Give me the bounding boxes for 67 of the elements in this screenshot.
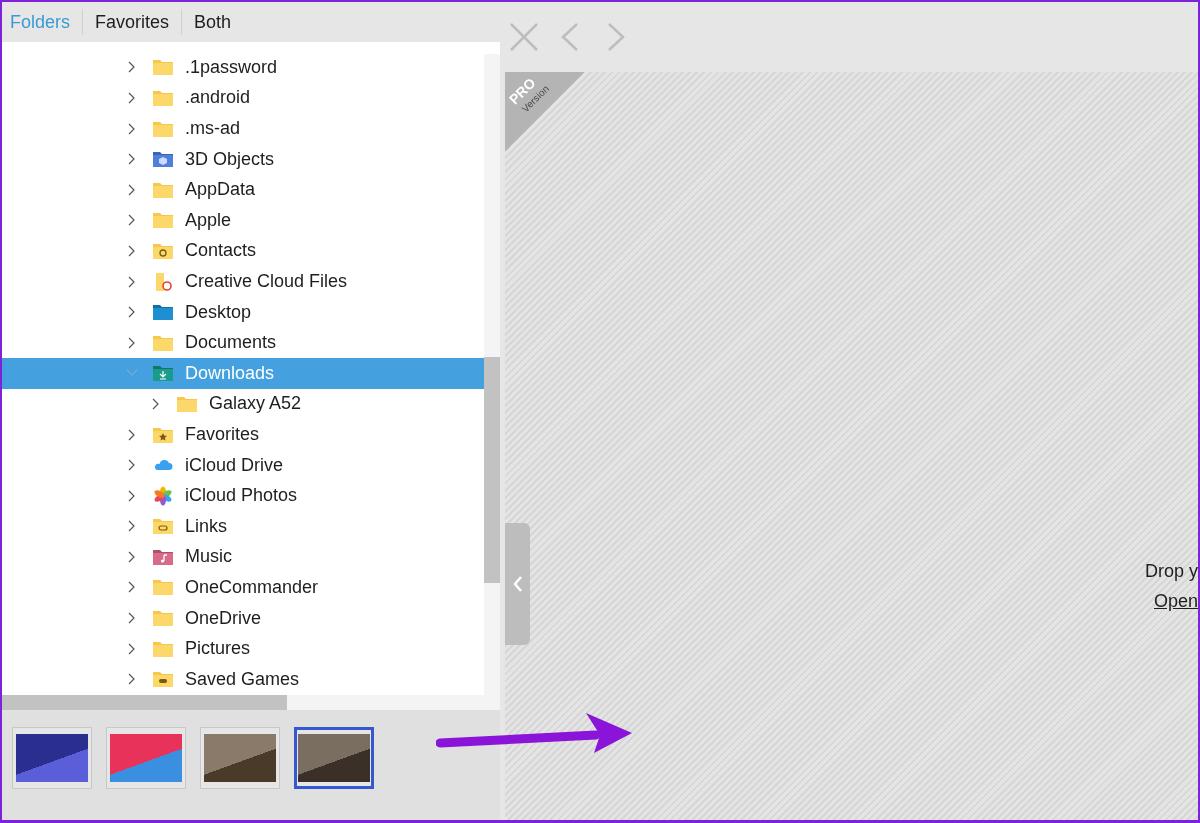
tree-item[interactable]: Creative Cloud Files xyxy=(2,266,484,297)
tree-item[interactable]: 3D Objects xyxy=(2,143,484,175)
thumbnail[interactable] xyxy=(294,726,374,789)
open-link[interactable]: Open xyxy=(1153,591,1198,611)
item-label: .ms-ad xyxy=(185,117,240,141)
item-label: Desktop xyxy=(185,300,252,324)
item-label: iCloud Photos xyxy=(185,484,298,508)
item-label: Creative Cloud Files xyxy=(185,270,348,294)
folder-icon xyxy=(152,88,174,108)
item-label: Documents xyxy=(185,331,277,355)
item-label: OneCommander xyxy=(185,576,319,599)
horizontal-scrollbar[interactable] xyxy=(2,694,500,710)
item-label: AppData xyxy=(185,178,256,202)
tree-item[interactable]: iCloud Photos xyxy=(2,480,484,511)
item-label: .1password xyxy=(185,55,278,79)
tree-item[interactable]: .1password xyxy=(2,52,484,83)
item-label: 3D Objects xyxy=(185,147,275,171)
drop-hint: Drop y xyxy=(1145,560,1198,583)
tab[interactable]: Favorites xyxy=(95,9,183,36)
tree-item[interactable]: Apple xyxy=(2,205,484,236)
tree-item[interactable]: Links xyxy=(2,511,484,542)
tree-item[interactable]: OneCommander xyxy=(2,572,484,603)
item-label: Apple xyxy=(185,208,232,232)
desktop-folder-icon xyxy=(152,302,174,323)
item-label: iCloud Drive xyxy=(185,453,284,477)
item-label: Music xyxy=(185,545,232,569)
collapse-handle[interactable] xyxy=(505,523,530,645)
tree-item[interactable]: iCloud Drive xyxy=(2,449,484,481)
link-folder-icon xyxy=(152,516,174,537)
photo-placeholder xyxy=(204,733,276,782)
scrollbar-thumb[interactable] xyxy=(2,694,287,710)
tree-item[interactable]: .android xyxy=(2,82,484,114)
scrollbar-thumb[interactable] xyxy=(484,357,500,584)
tab[interactable]: Both xyxy=(194,9,244,36)
tree-item[interactable]: Galaxy A52 xyxy=(2,388,484,420)
tree-item[interactable]: Desktop xyxy=(2,296,484,328)
item-label: Favorites xyxy=(185,423,260,446)
item-label: Downloads xyxy=(185,361,275,385)
folder-icon xyxy=(152,210,174,231)
download-folder-icon xyxy=(152,363,174,384)
folder-icon xyxy=(152,577,174,598)
tree-item[interactable]: Documents xyxy=(2,327,484,359)
photo-placeholder xyxy=(110,733,182,782)
chevron-left-icon xyxy=(512,576,523,592)
photo-placeholder xyxy=(16,733,88,782)
flower-icon xyxy=(152,485,174,506)
item-label: Contacts xyxy=(185,239,257,263)
item-label: Pictures xyxy=(185,637,251,661)
vertical-scrollbar[interactable] xyxy=(484,54,500,695)
tree-item[interactable]: Contacts xyxy=(2,235,484,267)
gamepad-folder-icon xyxy=(152,669,174,690)
tree-item[interactable]: AppData xyxy=(2,174,484,206)
item-label: .android xyxy=(185,86,251,110)
tree-item[interactable]: .ms-ad xyxy=(2,113,484,144)
cube-folder-icon xyxy=(152,149,174,170)
tree-item[interactable]: Saved Games xyxy=(2,663,484,695)
tree-item[interactable]: OneDrive xyxy=(2,602,484,634)
tree-item[interactable]: Pictures xyxy=(2,633,484,664)
folder-icon xyxy=(152,57,174,78)
item-label: Links xyxy=(185,514,228,538)
item-label: Galaxy A52 xyxy=(209,392,302,416)
tree-item[interactable]: Favorites xyxy=(2,419,484,450)
item-label: Saved Games xyxy=(185,667,300,691)
photo-placeholder xyxy=(298,733,370,782)
item-label: OneDrive xyxy=(185,606,262,630)
tree-item[interactable]: Music xyxy=(2,541,484,573)
folder-icon xyxy=(152,608,174,629)
